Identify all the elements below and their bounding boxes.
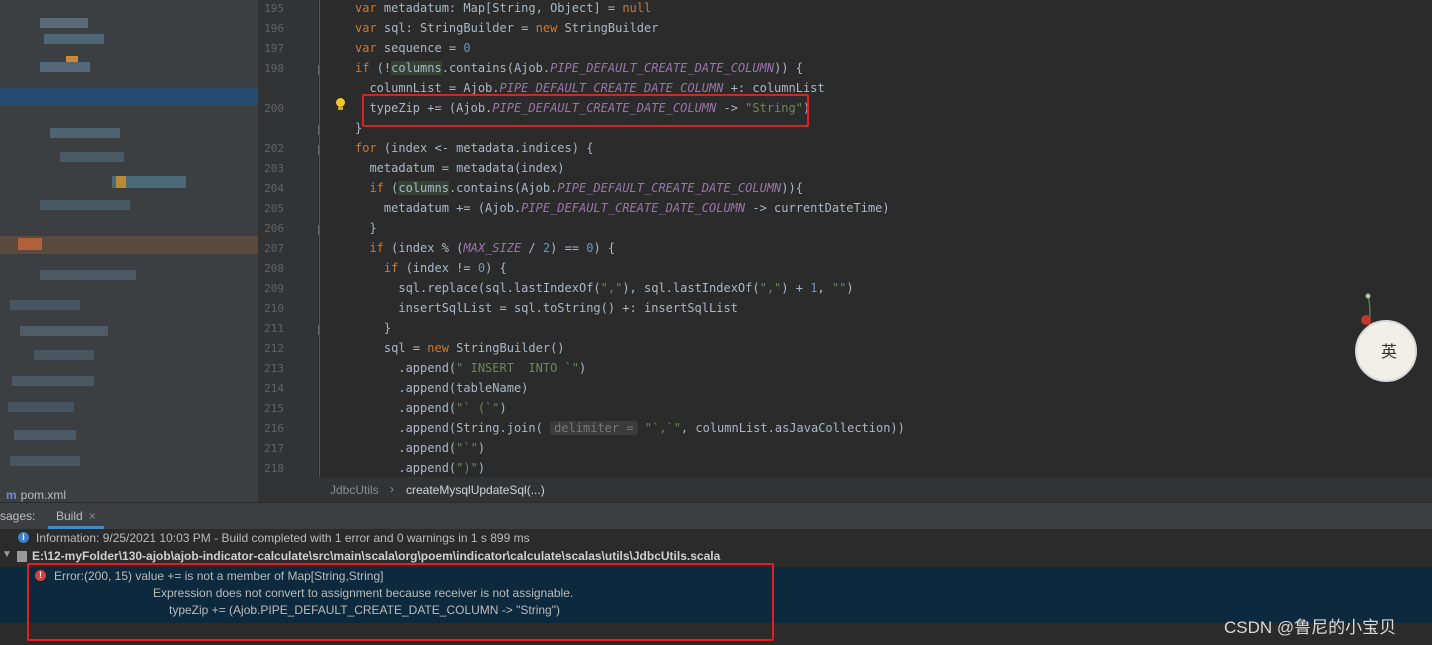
blurred-tree-row bbox=[50, 128, 120, 138]
editor-breadcrumb: JdbcUtils › createMysqlUpdateSql(...) bbox=[258, 477, 1432, 502]
watermark: CSDN @鲁尼的小宝贝 bbox=[1224, 618, 1397, 637]
blurred-tree-row bbox=[8, 402, 74, 412]
tool-window-header: sages: Build × bbox=[0, 502, 1432, 530]
breadcrumb-file[interactable]: JdbcUtils bbox=[330, 483, 379, 497]
lightbulb-icon[interactable] bbox=[335, 98, 346, 110]
blurred-tree-row bbox=[14, 430, 76, 440]
tab-build[interactable]: Build × bbox=[48, 503, 104, 529]
code-line[interactable]: } bbox=[355, 221, 376, 235]
project-panel[interactable]: m pom.xml bbox=[0, 0, 258, 502]
blurred-tree-row bbox=[10, 300, 80, 310]
blurred-tree-row bbox=[34, 350, 94, 360]
blurred-tree-row bbox=[18, 238, 42, 250]
code-line[interactable]: .append("` (`") bbox=[355, 401, 506, 415]
line-number: 216 bbox=[264, 422, 284, 435]
line-number: 212 bbox=[264, 342, 284, 355]
line-number: 207 bbox=[264, 242, 284, 255]
line-number: 202 bbox=[264, 142, 284, 155]
editor-gutter[interactable]: 195 196 197 198 200 202 203 204 205 206 207 208 209 2… bbox=[258, 0, 328, 477]
code-line[interactable]: sql = new StringBuilder() bbox=[355, 341, 565, 355]
maven-module-icon: m bbox=[6, 488, 17, 502]
blurred-tree-row bbox=[40, 270, 136, 280]
blurred-tree-row bbox=[40, 62, 90, 72]
blurred-tree-row bbox=[116, 176, 126, 188]
line-number: 206 bbox=[264, 222, 284, 235]
code-line[interactable]: var sequence = 0 bbox=[355, 41, 471, 55]
blurred-tree-row bbox=[40, 18, 88, 28]
blurred-tree-row bbox=[60, 152, 124, 162]
line-number: 200 bbox=[264, 102, 284, 115]
close-icon[interactable]: × bbox=[89, 509, 96, 523]
code-line[interactable]: if (columns.contains(Ajob.PIPE_DEFAULT_C… bbox=[355, 181, 803, 195]
highlight-box-code bbox=[362, 94, 809, 127]
line-number: 214 bbox=[264, 382, 284, 395]
code-line[interactable]: .append(String.join( delimiter = "`,`", … bbox=[355, 421, 905, 435]
avatar: 英 bbox=[1355, 320, 1417, 382]
line-number: 197 bbox=[264, 42, 284, 55]
code-line[interactable]: sql.replace(sql.lastIndexOf(","), sql.la… bbox=[355, 281, 853, 295]
code-line[interactable]: .append("`") bbox=[355, 441, 485, 455]
expand-arrow-icon[interactable]: ▼ bbox=[2, 549, 12, 560]
code-line[interactable]: metadatum = metadata(index) bbox=[355, 161, 564, 175]
code-line[interactable]: for (index <- metadata.indices) { bbox=[355, 141, 593, 155]
line-number: 205 bbox=[264, 202, 284, 215]
code-line[interactable]: } bbox=[355, 321, 391, 335]
line-number: 215 bbox=[264, 402, 284, 415]
code-line[interactable]: var metadatum: Map[String, Object] = nul… bbox=[355, 1, 651, 15]
tab-build-label: Build bbox=[56, 509, 83, 523]
line-number: 204 bbox=[264, 182, 284, 195]
code-line[interactable]: insertSqlList = sql.toString() +: insert… bbox=[355, 301, 738, 315]
tree-item-pom[interactable]: m pom.xml bbox=[6, 488, 66, 502]
highlight-box-error bbox=[27, 563, 774, 641]
code-line[interactable]: .append(tableName) bbox=[355, 381, 528, 395]
line-number: 208 bbox=[264, 262, 284, 275]
blurred-tree-row bbox=[10, 456, 80, 466]
line-number: 218 bbox=[264, 462, 284, 475]
code-line[interactable]: .append(")") bbox=[355, 461, 485, 475]
blurred-tree-row bbox=[0, 88, 258, 106]
code-line[interactable]: var sql: StringBuilder = new StringBuild… bbox=[355, 21, 658, 35]
line-number: 198 bbox=[264, 62, 284, 75]
messages-label: sages: bbox=[0, 509, 36, 523]
code-line[interactable]: if (index % (MAX_SIZE / 2) == 0) { bbox=[355, 241, 615, 255]
file-path-text: E:\12-myFolder\130-ajob\ajob-indicator-c… bbox=[32, 549, 721, 563]
breadcrumb-method[interactable]: createMysqlUpdateSql(...) bbox=[406, 483, 545, 497]
line-number: 210 bbox=[264, 302, 284, 315]
line-number: 195 bbox=[264, 2, 284, 15]
blurred-tree-row bbox=[12, 376, 94, 386]
code-line[interactable]: columnList = Ajob.PIPE_DEFAULT_CREATE_DA… bbox=[355, 81, 824, 95]
blurred-tree-row bbox=[44, 34, 104, 44]
code-line[interactable]: if (index != 0) { bbox=[355, 261, 507, 275]
breadcrumb-separator: › bbox=[390, 482, 394, 496]
code-line[interactable]: .append(" INSERT INTO `") bbox=[355, 361, 586, 375]
info-message-text: Information: 9/25/2021 10:03 PM - Build … bbox=[36, 531, 530, 545]
line-number: 209 bbox=[264, 282, 284, 295]
line-number: 196 bbox=[264, 22, 284, 35]
line-number: 213 bbox=[264, 362, 284, 375]
line-number: 203 bbox=[264, 162, 284, 175]
blurred-tree-row bbox=[40, 200, 130, 210]
line-number: 217 bbox=[264, 442, 284, 455]
avatar-char: 英 bbox=[1381, 342, 1398, 361]
file-icon bbox=[17, 551, 27, 562]
info-message-row[interactable]: i Information: 9/25/2021 10:03 PM - Buil… bbox=[0, 529, 1432, 548]
tree-item-label: pom.xml bbox=[20, 488, 67, 502]
line-number: 211 bbox=[264, 322, 284, 335]
info-icon: i bbox=[18, 532, 29, 543]
code-line[interactable]: metadatum += (Ajob.PIPE_DEFAULT_CREATE_D… bbox=[355, 201, 890, 215]
code-line[interactable]: if (!columns.contains(Ajob.PIPE_DEFAULT_… bbox=[355, 61, 803, 75]
blurred-tree-row bbox=[20, 326, 108, 336]
